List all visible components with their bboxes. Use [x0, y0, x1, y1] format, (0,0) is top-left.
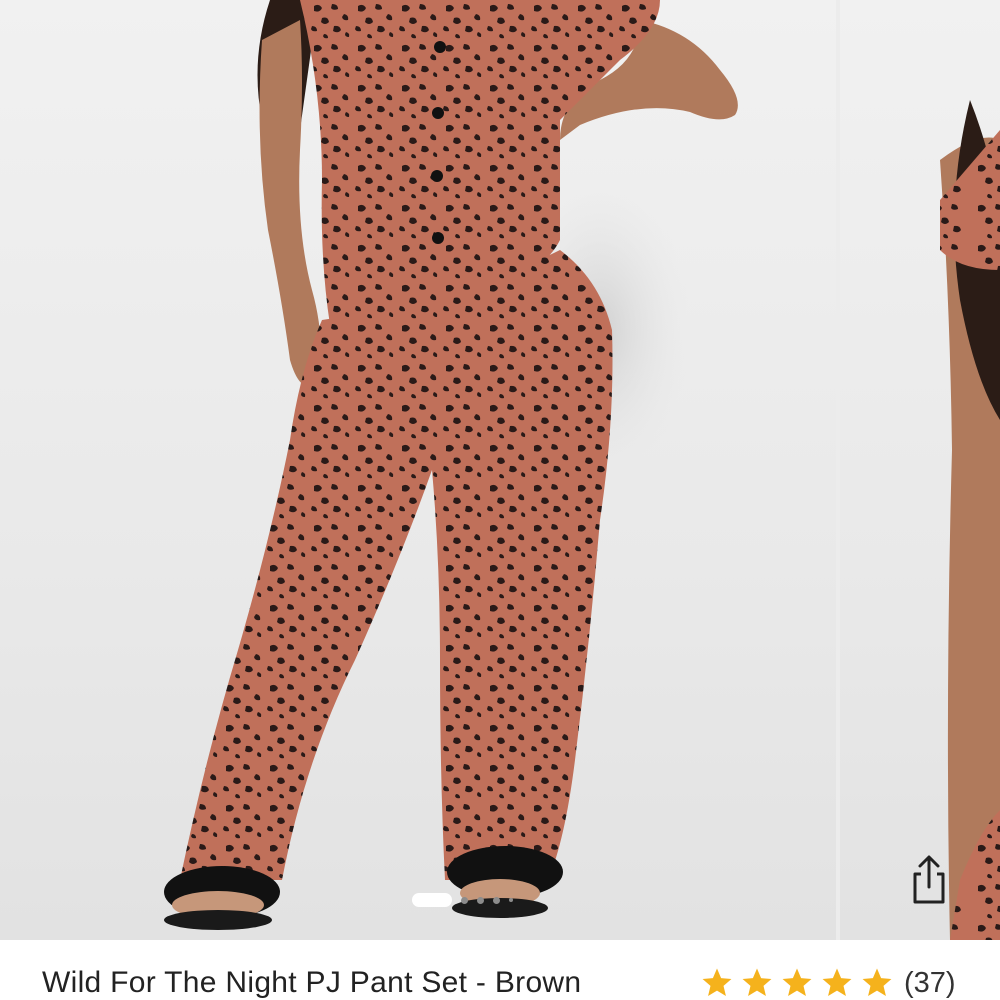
review-count: (37) — [904, 966, 956, 999]
product-title: Wild For The Night PJ Pant Set - Brown — [42, 966, 582, 999]
page-dot[interactable] — [509, 898, 513, 902]
share-upload-icon — [913, 855, 945, 904]
page-dot[interactable] — [493, 896, 500, 904]
product-rating[interactable]: (37) — [698, 966, 956, 1000]
star-icon — [742, 968, 772, 997]
star-icon — [862, 968, 892, 997]
page-dot-active[interactable] — [412, 893, 452, 907]
product-photo-next-preview[interactable] — [840, 0, 1000, 940]
star-icon — [782, 968, 812, 997]
product-image-gallery[interactable] — [0, 0, 1000, 940]
gallery-page-indicator — [412, 893, 513, 907]
share-button[interactable] — [893, 848, 965, 912]
product-photo-main[interactable] — [0, 0, 836, 940]
star-icon — [822, 968, 852, 997]
star-icon — [702, 968, 732, 997]
page-dot[interactable] — [461, 896, 468, 904]
page-dot[interactable] — [477, 896, 484, 904]
model-wearing-leopard-pj-set — [164, 0, 738, 930]
next-photo-partial — [940, 100, 1000, 940]
